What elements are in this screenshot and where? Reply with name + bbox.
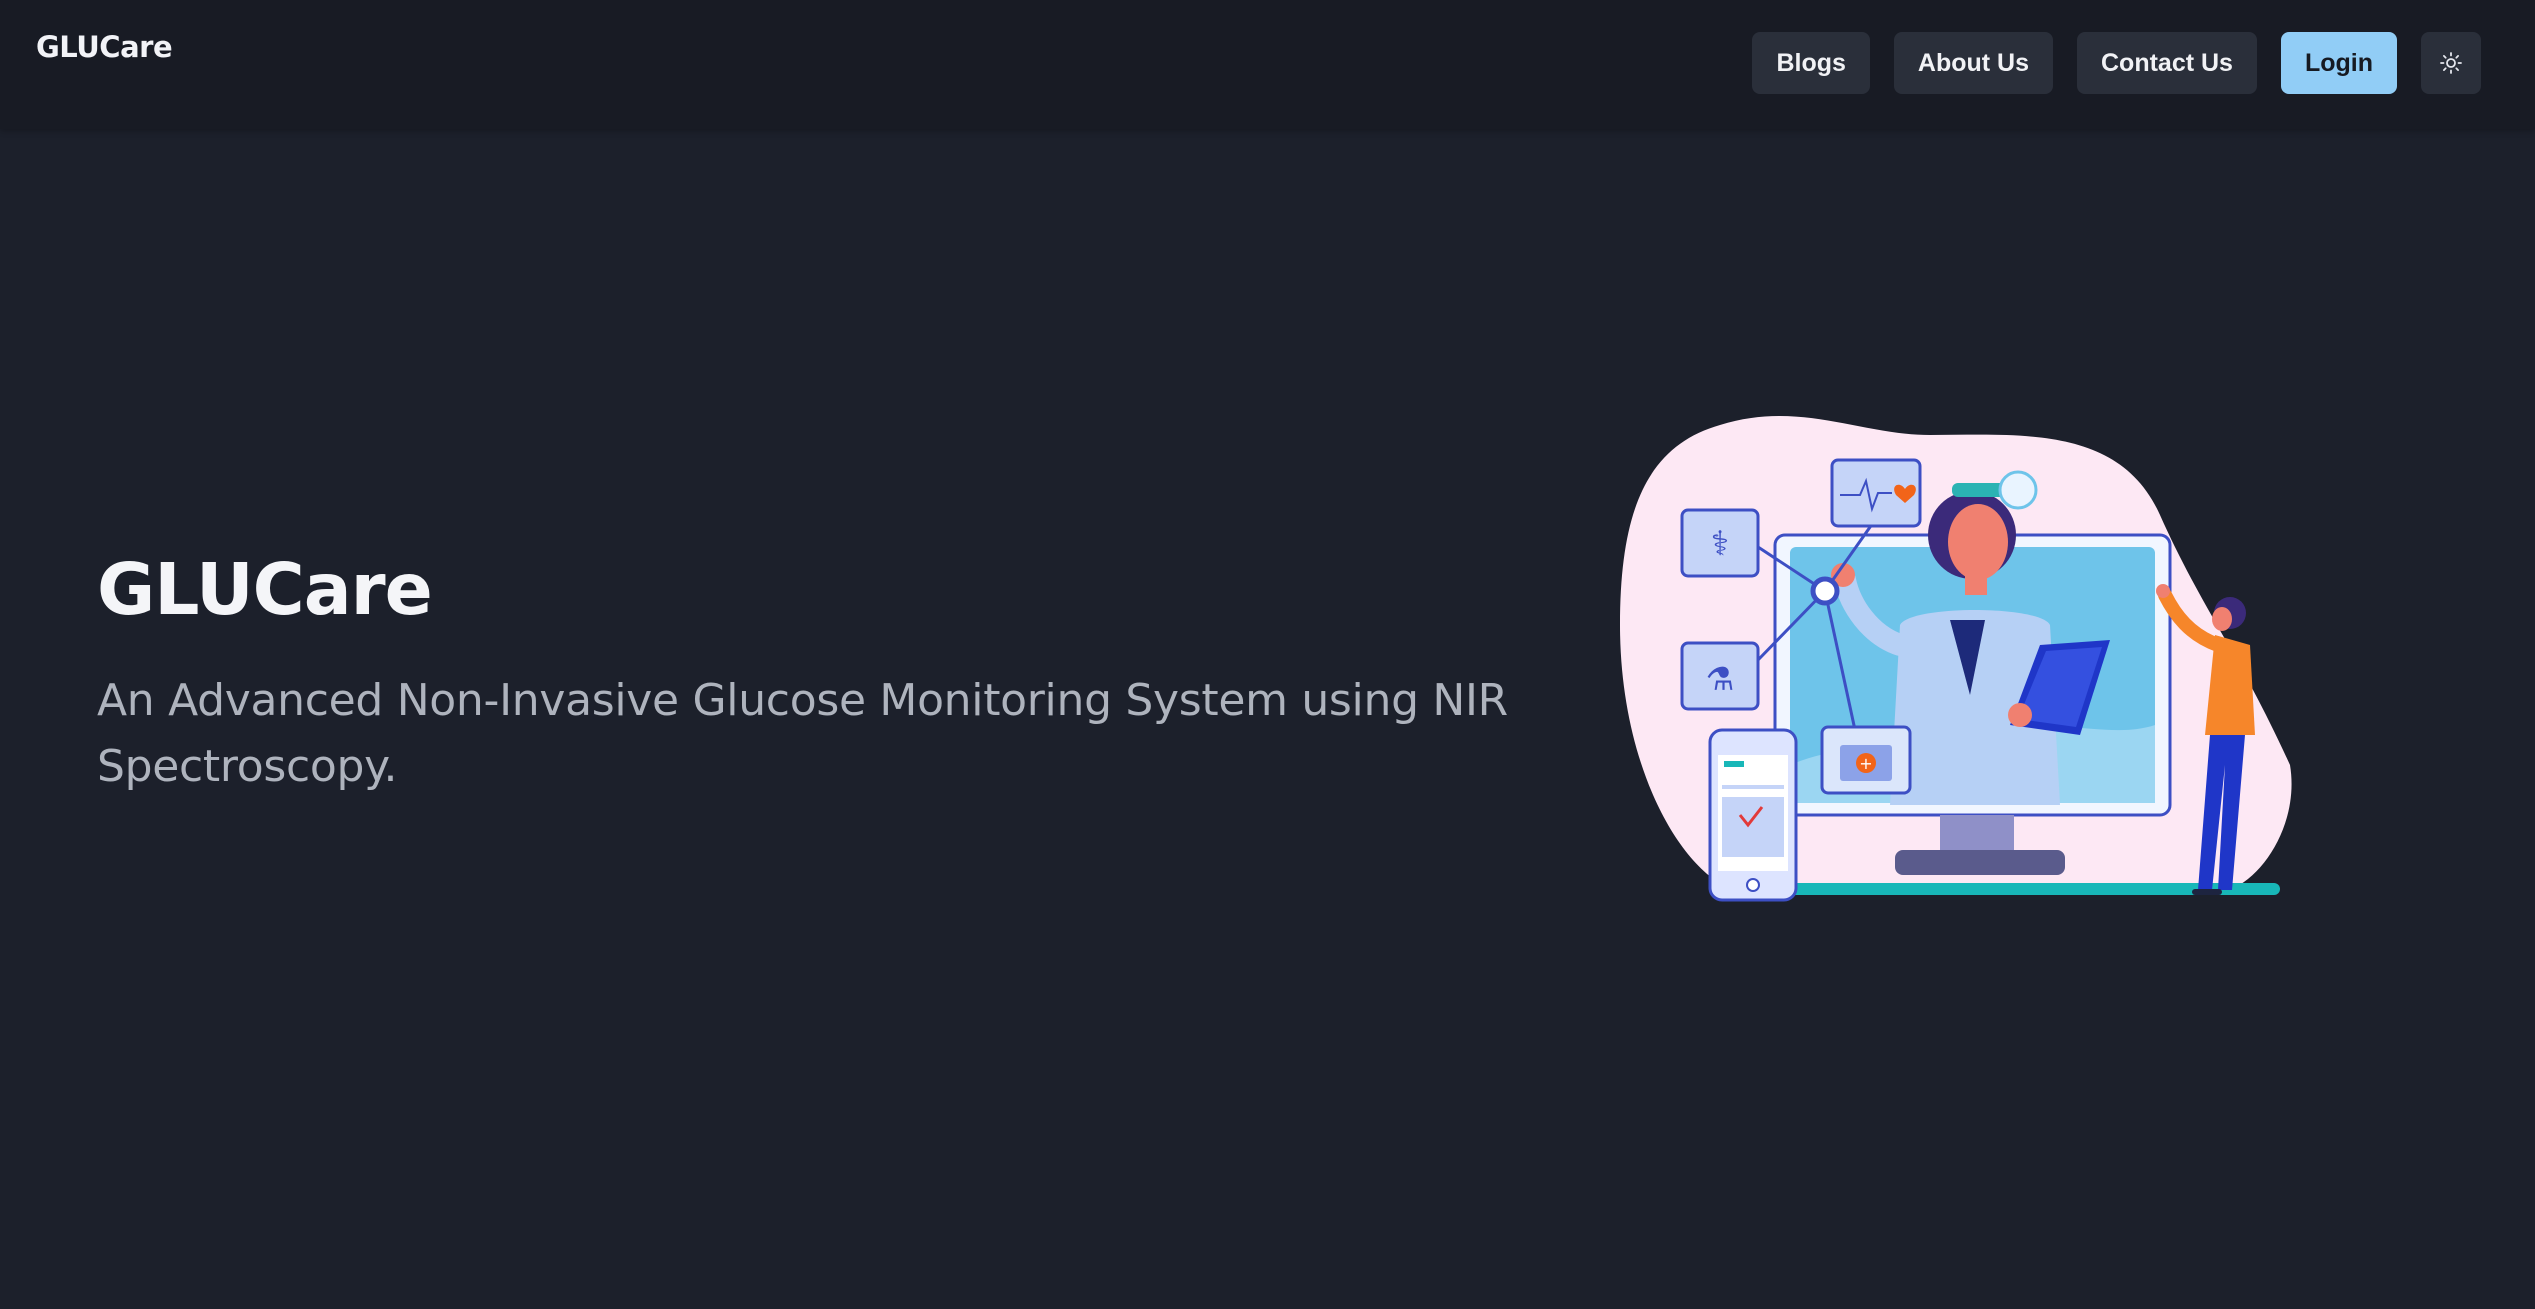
theme-toggle-button[interactable] (2421, 32, 2481, 94)
svg-text:⚗: ⚗ (1706, 660, 1735, 698)
sun-icon (2440, 52, 2462, 74)
login-button[interactable]: Login (2280, 32, 2397, 94)
svg-text:⚕: ⚕ (1711, 524, 1729, 564)
hero-title: GLUCare (97, 548, 433, 631)
navbar: GLUCare Blogs About Us Contact Us Login (0, 0, 2535, 129)
contact-us-button[interactable]: Contact Us (2077, 32, 2257, 94)
nav-actions: Blogs About Us Contact Us Login (1752, 32, 2481, 94)
about-us-button[interactable]: About Us (1893, 32, 2053, 94)
blogs-button[interactable]: Blogs (1752, 32, 1870, 94)
hero-subtitle: An Advanced Non-Invasive Glucose Monitor… (97, 675, 1508, 792)
svg-text:+: + (1859, 754, 1872, 773)
brand-logo[interactable]: GLUCare (36, 30, 173, 64)
telemedicine-doctor-illustration: ⚕ ⚗ + (1620, 415, 2292, 902)
